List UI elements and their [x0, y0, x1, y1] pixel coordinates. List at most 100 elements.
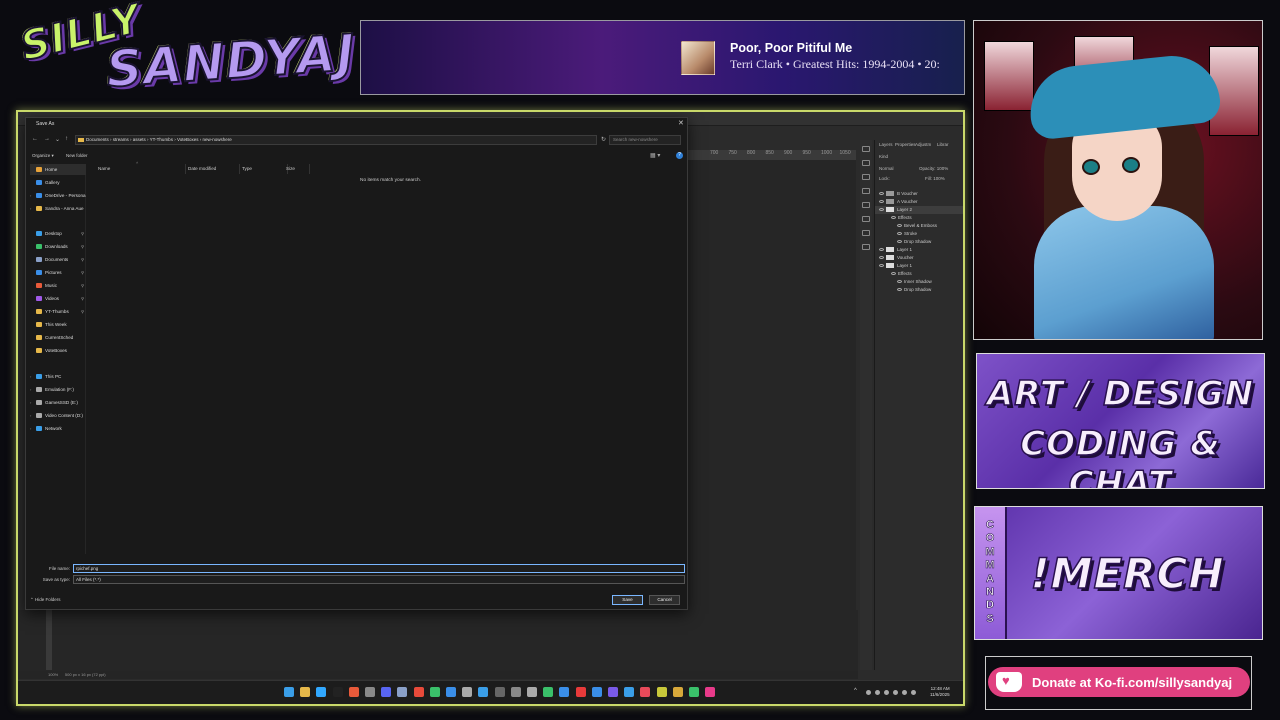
nav-item[interactable]: › Network	[30, 423, 86, 434]
layer-row[interactable]: Layer 2	[875, 206, 963, 214]
tab-libraries[interactable]: Librar	[937, 142, 949, 147]
nav-item[interactable]: › Emulation (F:)	[30, 384, 86, 395]
visibility-eye-icon[interactable]	[897, 288, 902, 292]
tool-icon[interactable]	[862, 244, 870, 250]
nav-item[interactable]: Music ⚲	[30, 280, 86, 291]
tray-icon[interactable]	[884, 690, 889, 695]
tool-icon[interactable]	[862, 230, 870, 236]
taskbar-app-icon[interactable]	[705, 687, 716, 697]
nav-item[interactable]: Documents ⚲	[30, 254, 86, 265]
canvas-area-lower[interactable]	[18, 610, 858, 673]
opacity-field[interactable]: Opacity: 100%	[919, 166, 948, 171]
visibility-eye-icon[interactable]	[879, 208, 884, 212]
taskbar-app-icon[interactable]	[365, 687, 375, 697]
back-button[interactable]: ←	[32, 136, 38, 142]
nav-item[interactable]: › This PC	[30, 371, 86, 382]
taskbar-app-icon[interactable]	[462, 687, 473, 697]
nav-item[interactable]: Desktop ⚲	[30, 228, 86, 239]
cancel-button[interactable]: Cancel	[649, 595, 680, 605]
organize-button[interactable]: Organize ▾	[32, 153, 54, 159]
nav-item[interactable]: Pictures ⚲	[30, 267, 86, 278]
taskbar-app-icon[interactable]	[624, 687, 635, 697]
tray-icon[interactable]	[875, 690, 880, 695]
taskbar-app-icon[interactable]	[300, 687, 311, 697]
taskbar-app-icon[interactable]	[527, 687, 537, 697]
layer-row[interactable]: Voucher	[875, 254, 963, 262]
nav-item[interactable]: Gallery	[30, 177, 86, 188]
canvas-area[interactable]	[686, 160, 856, 670]
column-header-name[interactable]: Name	[96, 164, 186, 174]
taskbar-app-icon[interactable]	[656, 687, 667, 697]
save-as-type-select[interactable]: All Files (*.*)	[73, 575, 685, 584]
view-options-icon[interactable]: ▦ ▾	[650, 152, 660, 159]
tray-icon[interactable]	[866, 690, 871, 695]
layer-row[interactable]: Layer 1	[875, 262, 963, 270]
up-button[interactable]: ↑	[65, 136, 68, 142]
layer-row[interactable]: Stroke	[875, 230, 963, 238]
hide-folders-toggle[interactable]: ⌃ Hide Folders	[30, 597, 61, 603]
start-icon[interactable]	[284, 687, 294, 697]
address-bar[interactable]: Documents › streams › assets › YT-Thumbs…	[75, 135, 597, 145]
tool-icon[interactable]	[862, 146, 870, 152]
tool-icon[interactable]	[862, 216, 870, 222]
layer-row[interactable]: Effects	[875, 214, 963, 222]
fill-field[interactable]: Fill: 100%	[925, 176, 945, 181]
tab-properties[interactable]: Properties	[895, 142, 916, 147]
refresh-icon[interactable]: ↻	[601, 136, 606, 143]
nav-item[interactable]: CurrentSched	[30, 332, 86, 343]
layer-row[interactable]: A Voucher	[875, 198, 963, 206]
taskbar-app-icon[interactable]	[543, 687, 554, 697]
file-name-input[interactable]: rpichef.png	[73, 564, 685, 573]
column-header-date[interactable]: Date modified	[186, 164, 240, 174]
file-list[interactable]: ˄ Name Date modified Type Size No items …	[88, 160, 687, 554]
visibility-eye-icon[interactable]	[879, 192, 884, 196]
nav-item[interactable]: This Week	[30, 319, 86, 330]
new-folder-button[interactable]: New folder	[66, 153, 88, 158]
layer-row[interactable]: Inner Shadow	[875, 278, 963, 286]
visibility-eye-icon[interactable]	[897, 224, 902, 228]
layer-row[interactable]: Effects	[875, 270, 963, 278]
layer-row[interactable]: Layer 1	[875, 246, 963, 254]
taskbar-app-icon[interactable]	[429, 687, 440, 697]
layer-row[interactable]: B Voucher	[875, 190, 963, 198]
taskbar-app-icon[interactable]	[591, 687, 602, 697]
blend-mode-select[interactable]: Normal	[879, 166, 894, 171]
taskbar-app-icon[interactable]	[316, 687, 327, 697]
taskbar-app-icon[interactable]	[608, 687, 618, 697]
nav-item[interactable]: VoteBoxes	[30, 345, 86, 356]
taskbar-app-icon[interactable]	[348, 687, 359, 697]
taskbar-app-icon[interactable]	[446, 687, 456, 697]
nav-item[interactable]: YT-Thumbs ⚲	[30, 306, 86, 317]
taskbar-app-icon[interactable]	[689, 687, 699, 697]
layer-row[interactable]: Drop Shadow	[875, 286, 963, 294]
taskbar-app-icon[interactable]	[559, 687, 570, 697]
taskbar-app-icon[interactable]	[332, 687, 343, 697]
taskbar-app-icon[interactable]	[672, 687, 683, 697]
tray-overflow-icon[interactable]: ^	[854, 688, 857, 694]
visibility-eye-icon[interactable]	[879, 264, 884, 268]
forward-button[interactable]: →	[44, 136, 50, 142]
visibility-eye-icon[interactable]	[879, 256, 884, 260]
tool-icon[interactable]	[862, 202, 870, 208]
nav-item[interactable]: Videos ⚲	[30, 293, 86, 304]
taskbar-app-icon[interactable]	[381, 687, 392, 697]
visibility-eye-icon[interactable]	[891, 272, 896, 276]
taskbar-app-icon[interactable]	[510, 687, 521, 697]
recent-locations-chevron-icon[interactable]: ⌄	[55, 136, 60, 143]
close-icon[interactable]: ✕	[678, 119, 684, 127]
visibility-eye-icon[interactable]	[897, 280, 902, 284]
layer-row[interactable]: Drop Shadow	[875, 238, 963, 246]
visibility-eye-icon[interactable]	[897, 240, 902, 244]
search-input[interactable]: Search new-nowshere	[609, 135, 681, 145]
visibility-eye-icon[interactable]	[891, 216, 896, 220]
kofi-donate-button[interactable]: Donate at Ko-fi.com/sillysandyaj	[988, 667, 1250, 697]
nav-item[interactable]: › OneDrive - Persona	[30, 190, 86, 201]
tool-icon[interactable]	[862, 174, 870, 180]
breadcrumb[interactable]: Documents › streams › assets › YT-Thumbs…	[86, 137, 232, 142]
tray-icon[interactable]	[893, 690, 898, 695]
layer-kind-filter[interactable]: Kind	[879, 154, 888, 159]
visibility-eye-icon[interactable]	[879, 200, 884, 204]
save-button[interactable]: Save	[612, 595, 643, 605]
nav-item[interactable]: Downloads ⚲	[30, 241, 86, 252]
taskbar-app-icon[interactable]	[494, 687, 505, 697]
